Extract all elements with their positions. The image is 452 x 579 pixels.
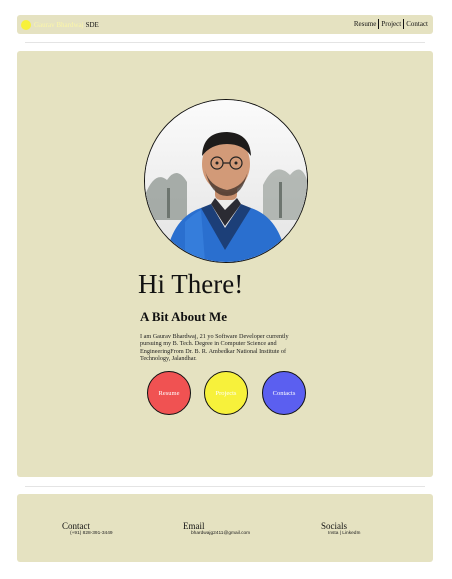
brand-role: SDE (85, 20, 99, 29)
nav-resume[interactable]: Resume (353, 19, 378, 30)
brand-name: Gaurav Bhardwaj (34, 20, 84, 29)
projects-button[interactable]: Projects (204, 371, 248, 415)
profile-photo-image (145, 100, 307, 262)
socials-links[interactable]: Insta | LinkedIn (328, 531, 360, 536)
email-label: Email (183, 521, 205, 531)
divider-bottom (25, 486, 425, 487)
nav-project[interactable]: Project (380, 19, 402, 30)
hero-section: Hi There! A Bit About Me I am Gaurav Bha… (17, 51, 433, 477)
logo-dot-icon (21, 19, 31, 30)
profile-photo (144, 99, 308, 263)
contact-phone: (+91) 828-391-3449 (70, 531, 113, 536)
contact-label: Contact (62, 521, 90, 531)
top-navbar: Gaurav Bhardwaj SDE Resume Project Conta… (17, 15, 433, 34)
email-address[interactable]: bhardwajg2411@gmail.com (191, 531, 250, 536)
nav-contact[interactable]: Contact (405, 19, 429, 30)
nav-divider (403, 19, 405, 29)
contacts-button[interactable]: Contacts (262, 371, 306, 415)
divider-top (25, 42, 425, 43)
nav-divider (378, 19, 380, 29)
nav-links: Resume Project Contact (353, 19, 429, 30)
socials-label: Socials (321, 521, 347, 531)
greeting-heading: Hi There! (138, 269, 244, 299)
brand[interactable]: Gaurav Bhardwaj SDE (21, 19, 99, 30)
footer: Contact (+91) 828-391-3449 Email bhardwa… (17, 494, 433, 562)
about-heading: A Bit About Me (140, 309, 228, 324)
resume-button[interactable]: Resume (147, 371, 191, 415)
about-paragraph: I am Gaurav Bhardwaj, 21 yo Software Dev… (140, 333, 289, 362)
